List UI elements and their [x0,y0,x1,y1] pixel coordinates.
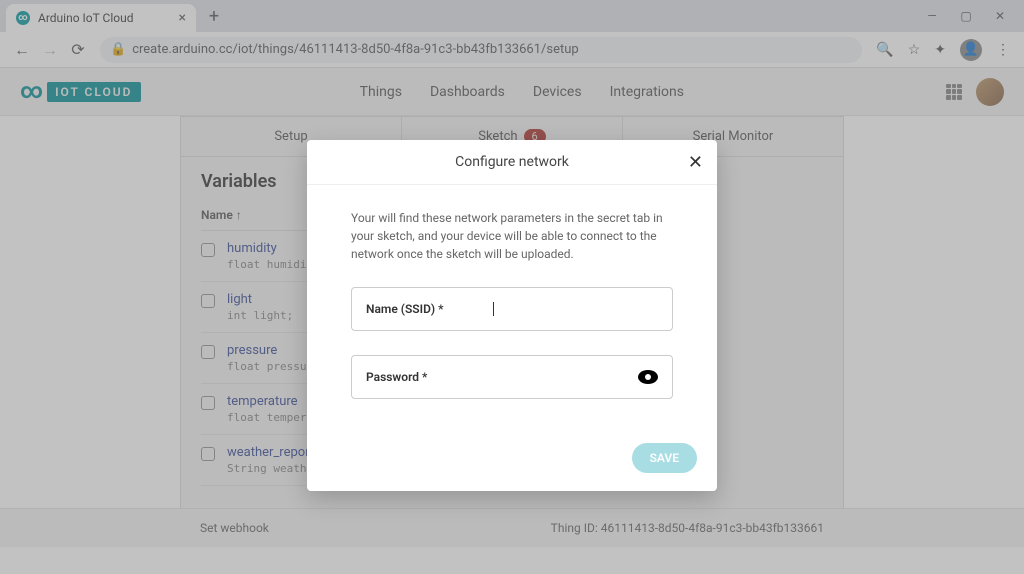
password-label: Password * [366,370,427,384]
modal-description: Your will find these network parameters … [351,209,673,263]
configure-network-modal: Configure network ✕ Your will find these… [307,140,717,491]
modal-overlay[interactable]: Configure network ✕ Your will find these… [0,0,1024,574]
text-cursor-icon [493,302,494,316]
ssid-label: Name (SSID) * [366,302,443,316]
close-icon[interactable]: ✕ [688,152,703,173]
password-input[interactable]: Password * [351,355,673,399]
reveal-password-icon[interactable] [638,370,658,384]
modal-title: Configure network [455,154,569,170]
save-button[interactable]: SAVE [632,443,697,473]
modal-header: Configure network ✕ [307,140,717,185]
ssid-input[interactable]: Name (SSID) * [351,287,673,331]
